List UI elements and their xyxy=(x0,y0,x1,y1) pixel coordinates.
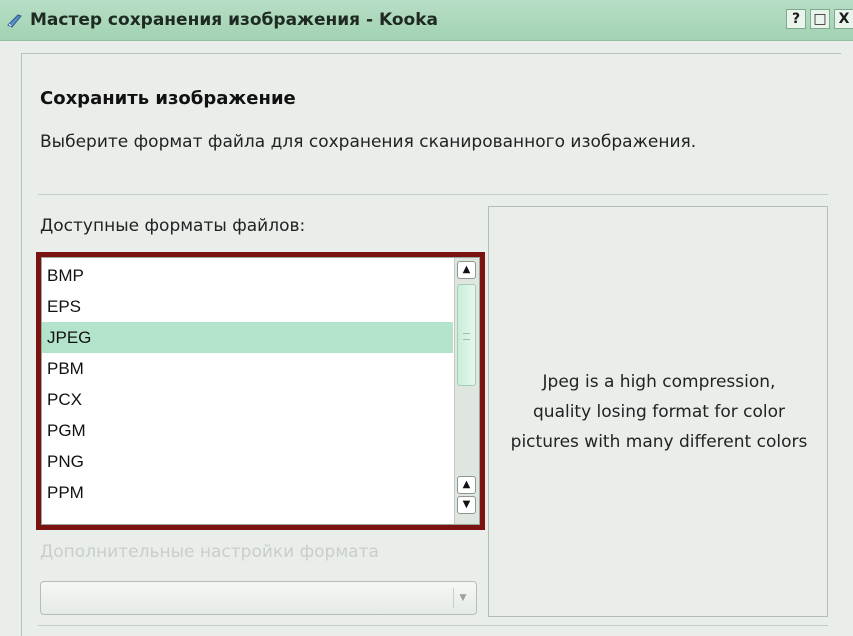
grip-icon xyxy=(463,333,470,340)
list-item[interactable]: PCX xyxy=(42,384,453,415)
format-list[interactable]: BMP EPS JPEG PBM PCX PGM PNG PPM ▲ ▲ ▼ xyxy=(41,257,480,525)
list-item-partial[interactable] xyxy=(42,508,453,524)
divider xyxy=(38,194,828,195)
chevron-down-icon[interactable]: ▼ xyxy=(453,588,472,608)
scrollbar-thumb[interactable] xyxy=(457,284,476,386)
arrow-down-icon[interactable]: ▼ xyxy=(457,496,476,514)
format-options-label: Дополнительные настройки формата xyxy=(40,542,379,562)
page-heading: Сохранить изображение xyxy=(40,88,296,109)
list-scrollbar[interactable]: ▲ ▲ ▼ xyxy=(454,258,479,524)
kooka-scanner-icon xyxy=(7,14,22,28)
list-item-selected[interactable]: JPEG xyxy=(42,322,453,353)
formats-label: Доступные форматы файлов: xyxy=(40,216,306,236)
window-titlebar[interactable]: Мастер сохранения изображения - Kooka ? … xyxy=(0,0,853,41)
close-button[interactable]: X xyxy=(834,9,853,29)
list-item[interactable]: PBM xyxy=(42,353,453,384)
list-item[interactable]: PNG xyxy=(42,446,453,477)
format-description: Jpeg is a high compression, quality losi… xyxy=(489,367,827,457)
window-title: Мастер сохранения изображения - Kooka xyxy=(30,10,438,30)
maximize-button[interactable]: □ xyxy=(810,9,830,29)
list-item[interactable]: PGM xyxy=(42,415,453,446)
list-item[interactable]: BMP xyxy=(42,260,453,291)
list-item[interactable]: PPM xyxy=(42,477,453,508)
arrow-up-icon[interactable]: ▲ xyxy=(457,476,476,494)
description-line: pictures with many different colors xyxy=(510,432,808,452)
format-options-combo[interactable]: ▼ xyxy=(40,581,477,615)
format-description-panel: Jpeg is a high compression, quality losi… xyxy=(488,206,828,617)
description-line: Jpeg is a high compression, xyxy=(542,372,776,392)
arrow-up-icon[interactable]: ▲ xyxy=(457,261,476,279)
page-description: Выберите формат файла для сохранения ска… xyxy=(40,132,697,152)
list-item[interactable]: EPS xyxy=(42,291,453,322)
description-line: quality losing format for color xyxy=(533,402,785,422)
help-button[interactable]: ? xyxy=(786,9,806,29)
divider xyxy=(38,625,828,626)
